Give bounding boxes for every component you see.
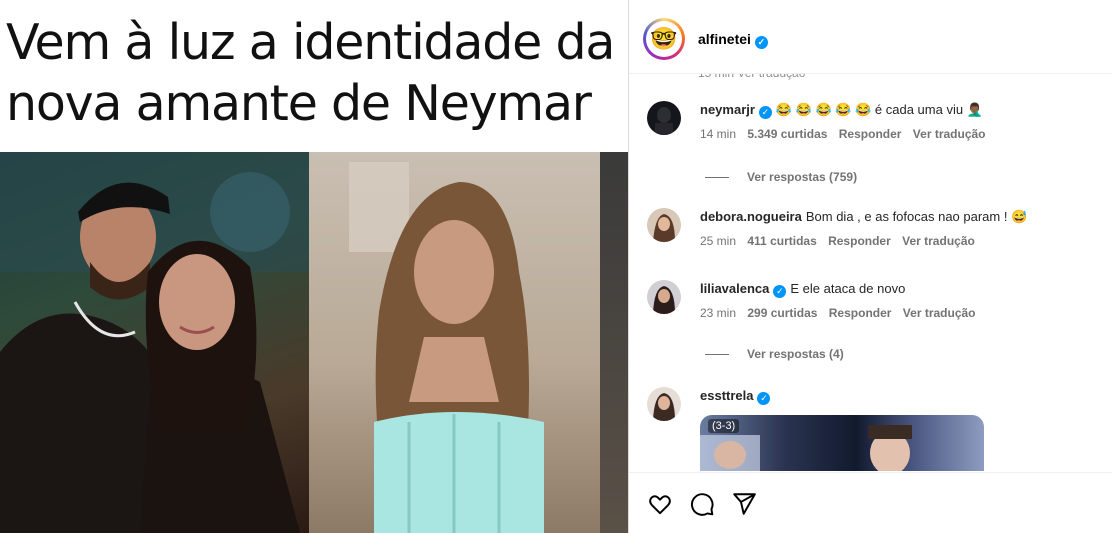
verified-icon: ✓ xyxy=(754,36,768,49)
comment-username[interactable]: essttrela xyxy=(700,388,753,403)
headline-line-2: nova amante de Neymar xyxy=(6,75,592,132)
gif-frame xyxy=(700,425,912,471)
comment-time: 14 min xyxy=(700,127,737,141)
reply-button[interactable]: Responder xyxy=(839,127,902,141)
comment-meta: 14 min 5.349 curtidas Responder Ver trad… xyxy=(700,127,1100,141)
comment-avatar[interactable] xyxy=(647,208,681,242)
reply-button[interactable]: Responder xyxy=(828,234,891,248)
author-name: alfinetei xyxy=(698,31,751,47)
comment-likes[interactable]: 299 curtidas xyxy=(747,306,817,320)
comment-username[interactable]: debora.nogueira xyxy=(700,209,802,224)
reply-button[interactable]: Responder xyxy=(829,306,892,320)
verified-icon: ✓ xyxy=(758,106,772,119)
post-headline: Vem à luz a identidade da nova amante de… xyxy=(6,12,626,134)
comment-time: 23 min xyxy=(700,306,737,320)
comment-text: liliavalenca ✓ E ele ataca de novo xyxy=(700,280,1100,298)
photo-woman xyxy=(309,152,628,533)
comment-meta: 25 min 411 curtidas Responder Ver traduç… xyxy=(700,234,1100,248)
comment-meta: 23 min 299 curtidas Responder Ver traduç… xyxy=(700,306,1100,320)
verified-icon: ✓ xyxy=(773,285,787,298)
woman-illustration xyxy=(349,162,544,533)
author-avatar-icon: 🤓 xyxy=(646,21,682,57)
like-icon[interactable] xyxy=(647,491,673,517)
comment-text: debora.nogueira Bom dia , e as fofocas na… xyxy=(700,208,1100,226)
avatar-icon xyxy=(647,387,681,421)
view-replies-button[interactable]: Ver respostas (4) xyxy=(705,347,844,361)
comment-icon[interactable] xyxy=(689,491,715,517)
translate-button[interactable]: Ver tradução xyxy=(903,306,976,320)
post-actions-bar xyxy=(629,472,1112,533)
comment-likes[interactable]: 411 curtidas xyxy=(747,234,816,248)
comment-likes[interactable]: 5.349 curtidas xyxy=(747,127,827,141)
comment-username[interactable]: liliavalenca xyxy=(700,281,769,296)
avatar-icon xyxy=(647,208,681,242)
avatar-icon xyxy=(647,280,681,314)
comment-text: neymarjr ✓ 😂 😂 😂 😂 😂 é cada uma viu 🤦🏾‍♂️ xyxy=(700,101,1100,119)
avatar-icon xyxy=(647,101,681,135)
share-icon[interactable] xyxy=(731,491,757,517)
author-username[interactable]: alfinetei ✓ xyxy=(698,31,768,49)
comment-avatar[interactable] xyxy=(647,387,681,421)
post-header: 🤓 alfinetei ✓ xyxy=(629,0,1112,74)
comment-username[interactable]: neymarjr xyxy=(700,102,755,117)
couple-illustration xyxy=(0,152,309,533)
author-avatar[interactable]: 🤓 xyxy=(643,18,685,60)
comment-body: Bom dia , e as fofocas nao param ! 😅 xyxy=(805,209,1028,224)
comment-avatar[interactable] xyxy=(647,101,681,135)
verified-icon: ✓ xyxy=(757,392,771,405)
window-frame xyxy=(600,152,628,533)
comment-avatar[interactable] xyxy=(647,280,681,314)
comments-panel: 🤓 alfinetei✓ 15 min Ver tradução neymarj… xyxy=(628,0,1112,533)
view-replies-button[interactable]: Ver respostas (759) xyxy=(705,170,857,184)
comment-gif[interactable]: (3-3) xyxy=(700,415,984,471)
headline-line-1: Vem à luz a identidade da xyxy=(6,14,615,71)
translate-button[interactable]: Ver tradução xyxy=(902,234,975,248)
translate-button[interactable]: Ver tradução xyxy=(913,127,986,141)
photo-couple xyxy=(0,152,309,533)
post-image: Vem à luz a identidade da nova amante de… xyxy=(0,0,628,533)
comment-body: E ele ataca de novo xyxy=(790,281,906,296)
comment-text: essttrela ✓ xyxy=(700,387,1100,405)
comment-body: 😂 😂 😂 😂 😂 é cada uma viu 🤦🏾‍♂️ xyxy=(775,102,983,117)
comment-time: 25 min xyxy=(700,234,737,248)
